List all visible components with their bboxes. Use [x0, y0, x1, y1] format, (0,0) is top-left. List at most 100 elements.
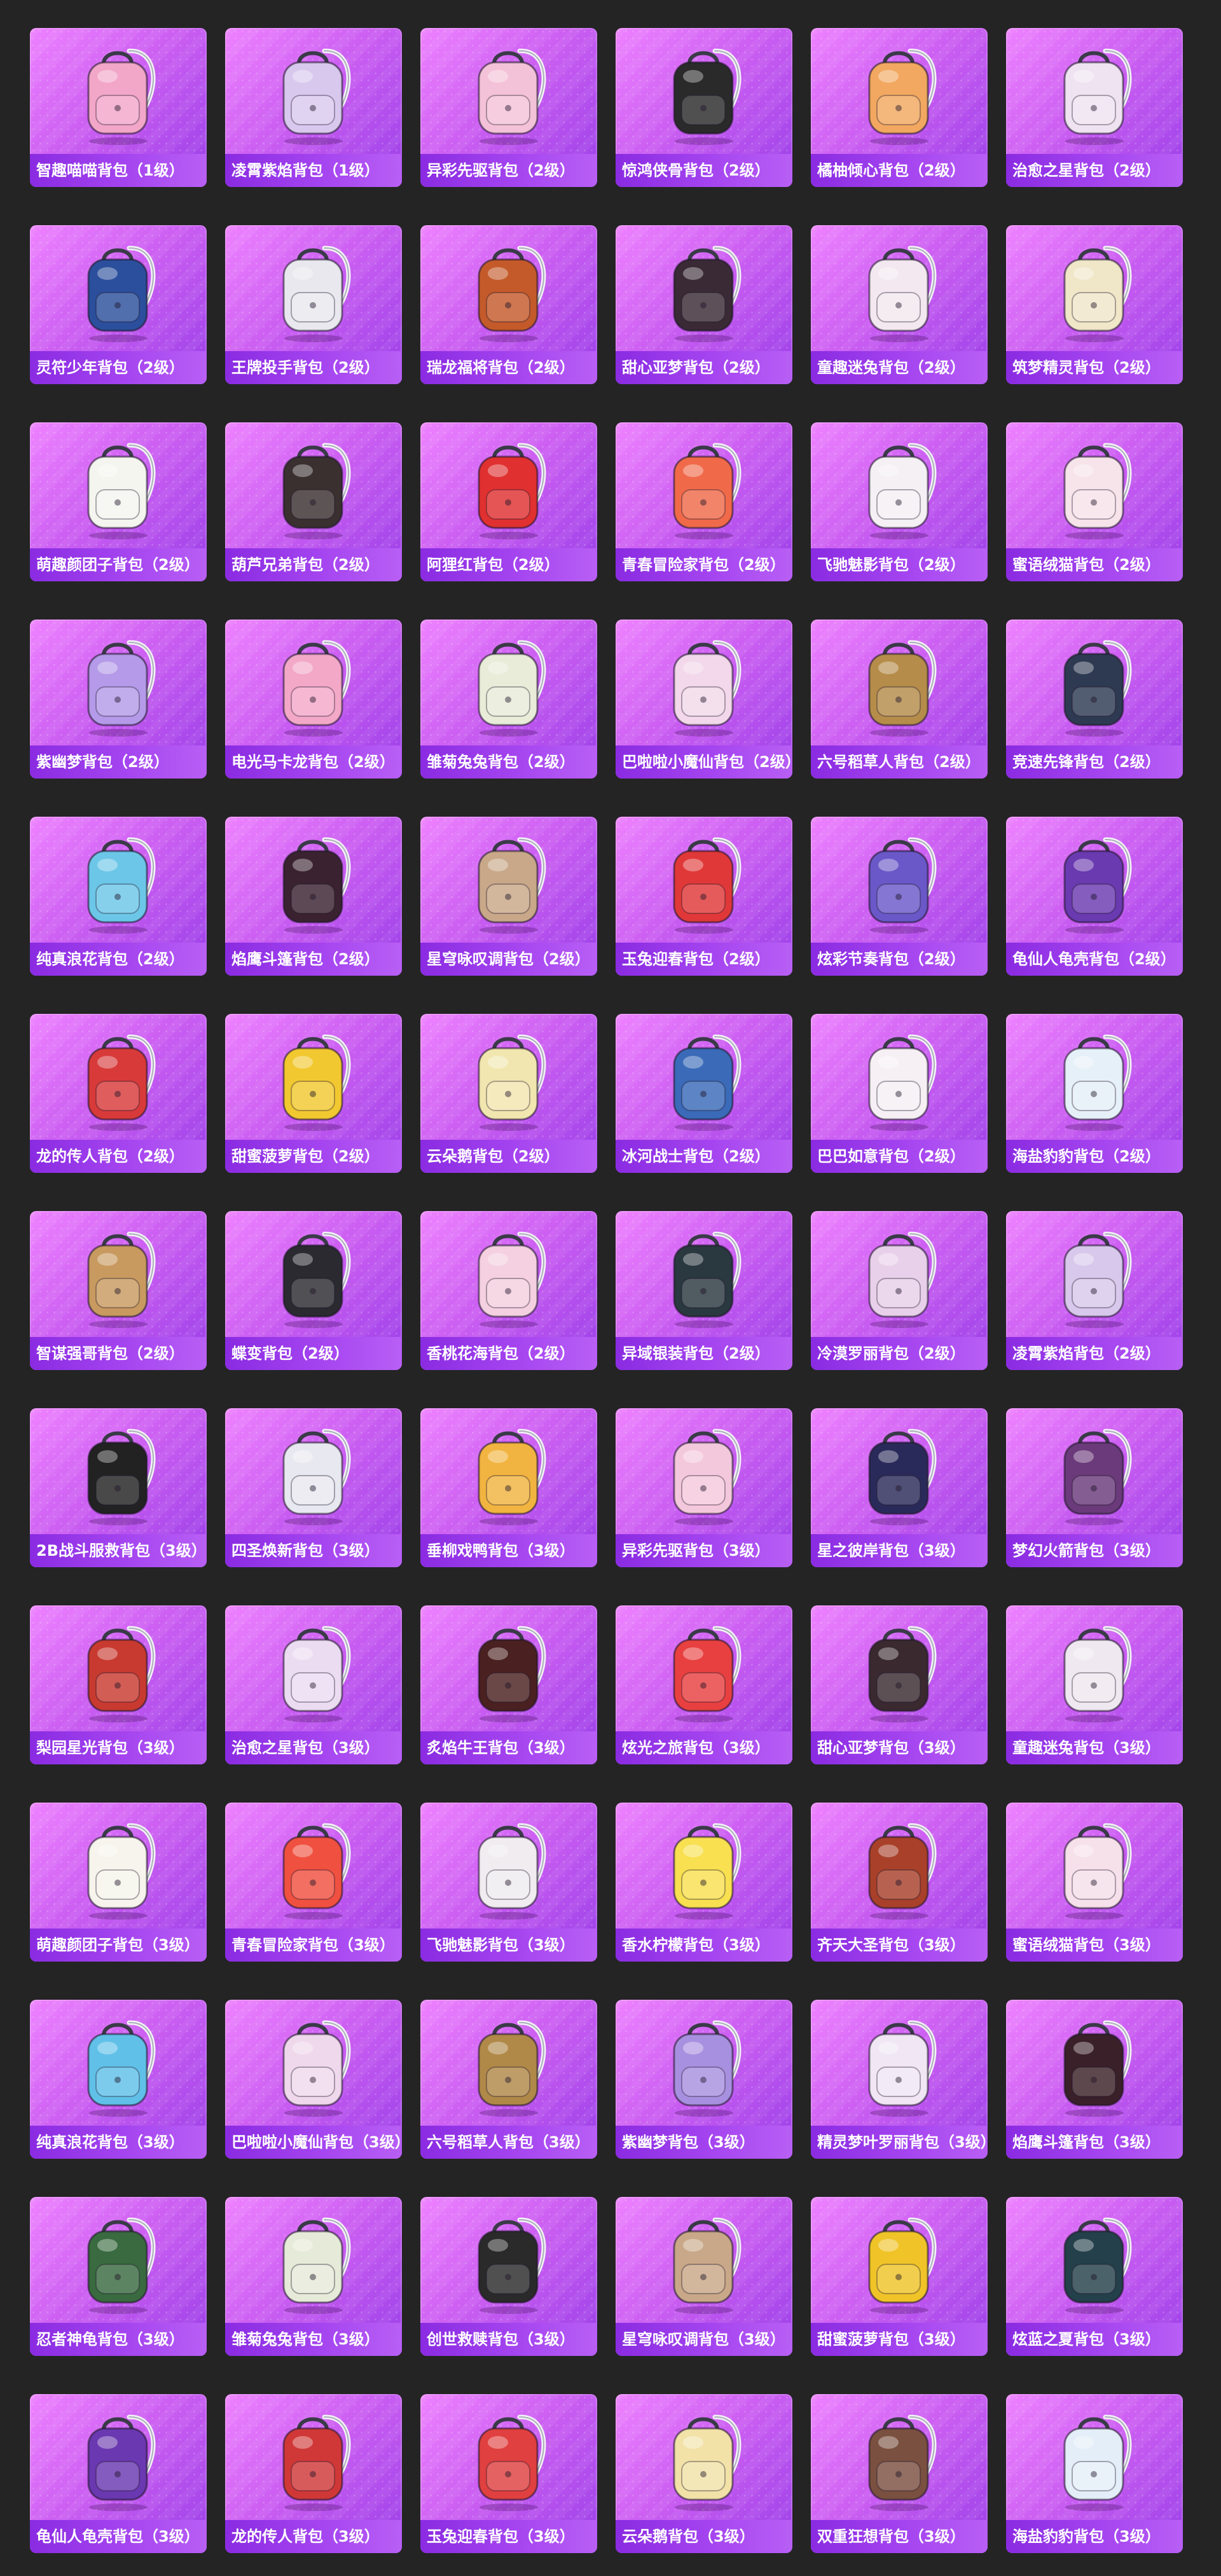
backpack-card[interactable]: 异域银装背包（2级） [616, 1211, 792, 1370]
backpack-card[interactable]: 治愈之星背包（2级） [1006, 28, 1183, 187]
backpack-card[interactable]: 葫芦兄弟背包（2级） [225, 422, 402, 581]
backpack-card[interactable]: 异彩先驱背包（2级） [420, 28, 597, 187]
backpack-card[interactable]: 梨园星光背包（3级） [30, 1605, 207, 1764]
backpack-card[interactable]: 六号稻草人背包（3级） [420, 2000, 597, 2159]
backpack-card[interactable]: 四圣焕新背包（3级） [225, 1408, 402, 1567]
backpack-card[interactable]: 智谋强哥背包（2级） [30, 1211, 207, 1370]
backpack-name-label: 凌霄紫焰背包（1级） [225, 154, 402, 187]
backpack-card[interactable]: 忍者神龟背包（3级） [30, 2197, 207, 2356]
backpack-card[interactable]: 凌霄紫焰背包（1级） [225, 28, 402, 187]
backpack-card[interactable]: 甜心亚梦背包（2级） [616, 225, 792, 384]
backpack-name-label: 智谋强哥背包（2级） [30, 1337, 207, 1370]
backpack-icon [71, 1811, 166, 1921]
backpack-name-label: 治愈之星背包（3级） [225, 1731, 402, 1764]
backpack-card[interactable]: 童趣迷兔背包（2级） [811, 225, 988, 384]
backpack-icon [852, 1417, 947, 1527]
backpack-card[interactable]: 王牌投手背包（2级） [225, 225, 402, 384]
backpack-card[interactable]: 炫蓝之夏背包（3级） [1006, 2197, 1183, 2356]
backpack-card[interactable]: 甜蜜菠萝背包（2级） [225, 1014, 402, 1173]
backpack-card[interactable]: 焰鹰斗篷背包（3级） [1006, 2000, 1183, 2159]
backpack-card[interactable]: 六号稻草人背包（2级） [811, 620, 988, 779]
backpack-name-label: 凌霄紫焰背包（2级） [1006, 1337, 1183, 1370]
backpack-card[interactable]: 炫彩节奏背包（2级） [811, 817, 988, 976]
backpack-card[interactable]: 垂柳戏鸭背包（3级） [420, 1408, 597, 1567]
backpack-card[interactable]: 巴啦啦小魔仙背包（2级） [616, 620, 792, 779]
backpack-name-label: 2B战斗服救背包（3级） [30, 1534, 207, 1567]
backpack-card[interactable]: 云朵鹅背包（3级） [616, 2394, 792, 2553]
backpack-card[interactable]: 冰河战士背包（2级） [616, 1014, 792, 1173]
backpack-name-label: 巴啦啦小魔仙背包（3级） [225, 2126, 402, 2159]
backpack-card[interactable]: 瑞龙福将背包（2级） [420, 225, 597, 384]
backpack-card[interactable]: 龙的传人背包（2级） [30, 1014, 207, 1173]
backpack-card[interactable]: 青春冒险家背包（3级） [225, 1803, 402, 1962]
backpack-card[interactable]: 甜心亚梦背包（3级） [811, 1605, 988, 1764]
backpack-card[interactable]: 炙焰牛王背包（3级） [420, 1605, 597, 1764]
backpack-card[interactable]: 电光马卡龙背包（2级） [225, 620, 402, 779]
backpack-card[interactable]: 青春冒险家背包（2级） [616, 422, 792, 581]
backpack-card[interactable]: 巴啦啦小魔仙背包（3级） [225, 2000, 402, 2159]
backpack-card[interactable]: 冷漠罗丽背包（2级） [811, 1211, 988, 1370]
backpack-card[interactable]: 紫幽梦背包（3级） [616, 2000, 792, 2159]
backpack-icon [852, 37, 947, 146]
backpack-card[interactable]: 齐天大圣背包（3级） [811, 1803, 988, 1962]
backpack-card[interactable]: 星之彼岸背包（3级） [811, 1408, 988, 1567]
backpack-icon [1047, 628, 1142, 738]
backpack-card[interactable]: 童趣迷兔背包（3级） [1006, 1605, 1183, 1764]
backpack-card[interactable]: 香水柠檬背包（3级） [616, 1803, 792, 1962]
backpack-icon [71, 2009, 166, 2118]
backpack-name-label: 萌趣颜团子背包（2级） [30, 548, 207, 581]
backpack-card[interactable]: 灵符少年背包（2级） [30, 225, 207, 384]
backpack-icon [852, 431, 947, 541]
backpack-name-label: 龟仙人龟壳背包（3级） [30, 2520, 207, 2553]
backpack-card[interactable]: 萌趣颜团子背包（2级） [30, 422, 207, 581]
backpack-card[interactable]: 精灵梦叶罗丽背包（3级） [811, 2000, 988, 2159]
backpack-card[interactable]: 紫幽梦背包（2级） [30, 620, 207, 779]
backpack-card[interactable]: 龟仙人龟壳背包（2级） [1006, 817, 1183, 976]
backpack-card[interactable]: 异彩先驱背包（3级） [616, 1408, 792, 1567]
backpack-card[interactable]: 香桃花海背包（2级） [420, 1211, 597, 1370]
backpack-card[interactable]: 橘柚倾心背包（2级） [811, 28, 988, 187]
backpack-card[interactable]: 龟仙人龟壳背包（3级） [30, 2394, 207, 2553]
backpack-card[interactable]: 玉兔迎春背包（3级） [420, 2394, 597, 2553]
backpack-card[interactable]: 2B战斗服救背包（3级） [30, 1408, 207, 1567]
backpack-card[interactable]: 焰鹰斗篷背包（2级） [225, 817, 402, 976]
backpack-name-label: 飞驰魅影背包（2级） [811, 548, 988, 581]
backpack-card[interactable]: 巴巴如意背包（2级） [811, 1014, 988, 1173]
backpack-card[interactable]: 阿狸红背包（2级） [420, 422, 597, 581]
backpack-card[interactable]: 云朵鹅背包（2级） [420, 1014, 597, 1173]
backpack-icon [266, 628, 361, 738]
backpack-card[interactable]: 雏菊兔兔背包（2级） [420, 620, 597, 779]
backpack-card[interactable]: 创世救赎背包（3级） [420, 2197, 597, 2356]
backpack-card[interactable]: 蜜语绒猫背包（3级） [1006, 1803, 1183, 1962]
backpack-card[interactable]: 纯真浪花背包（3级） [30, 2000, 207, 2159]
backpack-icon [852, 1023, 947, 1132]
backpack-card[interactable]: 星穹咏叹调背包（3级） [616, 2197, 792, 2356]
backpack-card[interactable]: 凌霄紫焰背包（2级） [1006, 1211, 1183, 1370]
backpack-card[interactable]: 龙的传人背包（3级） [225, 2394, 402, 2553]
backpack-card[interactable]: 双重狂想背包（3级） [811, 2394, 988, 2553]
backpack-card[interactable]: 海盐豹豹背包（3级） [1006, 2394, 1183, 2553]
backpack-icon [1047, 1417, 1142, 1527]
backpack-card[interactable]: 治愈之星背包（3级） [225, 1605, 402, 1764]
backpack-name-label: 纯真浪花背包（3级） [30, 2126, 207, 2159]
backpack-card[interactable]: 飞驰魅影背包（2级） [811, 422, 988, 581]
backpack-card[interactable]: 梦幻火箭背包（3级） [1006, 1408, 1183, 1567]
backpack-card[interactable]: 筑梦精灵背包（2级） [1006, 225, 1183, 384]
backpack-card[interactable]: 雏菊兔兔背包（3级） [225, 2197, 402, 2356]
backpack-card[interactable]: 智趣喵喵背包（1级） [30, 28, 207, 187]
backpack-card[interactable]: 蜜语绒猫背包（2级） [1006, 422, 1183, 581]
backpack-card[interactable]: 纯真浪花背包（2级） [30, 817, 207, 976]
backpack-card[interactable]: 甜蜜菠萝背包（3级） [811, 2197, 988, 2356]
backpack-card[interactable]: 竞速先锋背包（2级） [1006, 620, 1183, 779]
backpack-card[interactable]: 炫光之旅背包（3级） [616, 1605, 792, 1764]
backpack-name-label: 炫蓝之夏背包（3级） [1006, 2323, 1183, 2356]
backpack-icon [656, 431, 752, 541]
backpack-card[interactable]: 惊鸿侠骨背包（2级） [616, 28, 792, 187]
backpack-card[interactable]: 萌趣颜团子背包（3级） [30, 1803, 207, 1962]
backpack-card[interactable]: 海盐豹豹背包（2级） [1006, 1014, 1183, 1173]
backpack-card[interactable]: 飞驰魅影背包（3级） [420, 1803, 597, 1962]
backpack-card[interactable]: 蝶变背包（2级） [225, 1211, 402, 1370]
backpack-card[interactable]: 星穹咏叹调背包（2级） [420, 817, 597, 976]
backpack-card[interactable]: 玉兔迎春背包（2级） [616, 817, 792, 976]
backpack-icon [266, 234, 361, 343]
